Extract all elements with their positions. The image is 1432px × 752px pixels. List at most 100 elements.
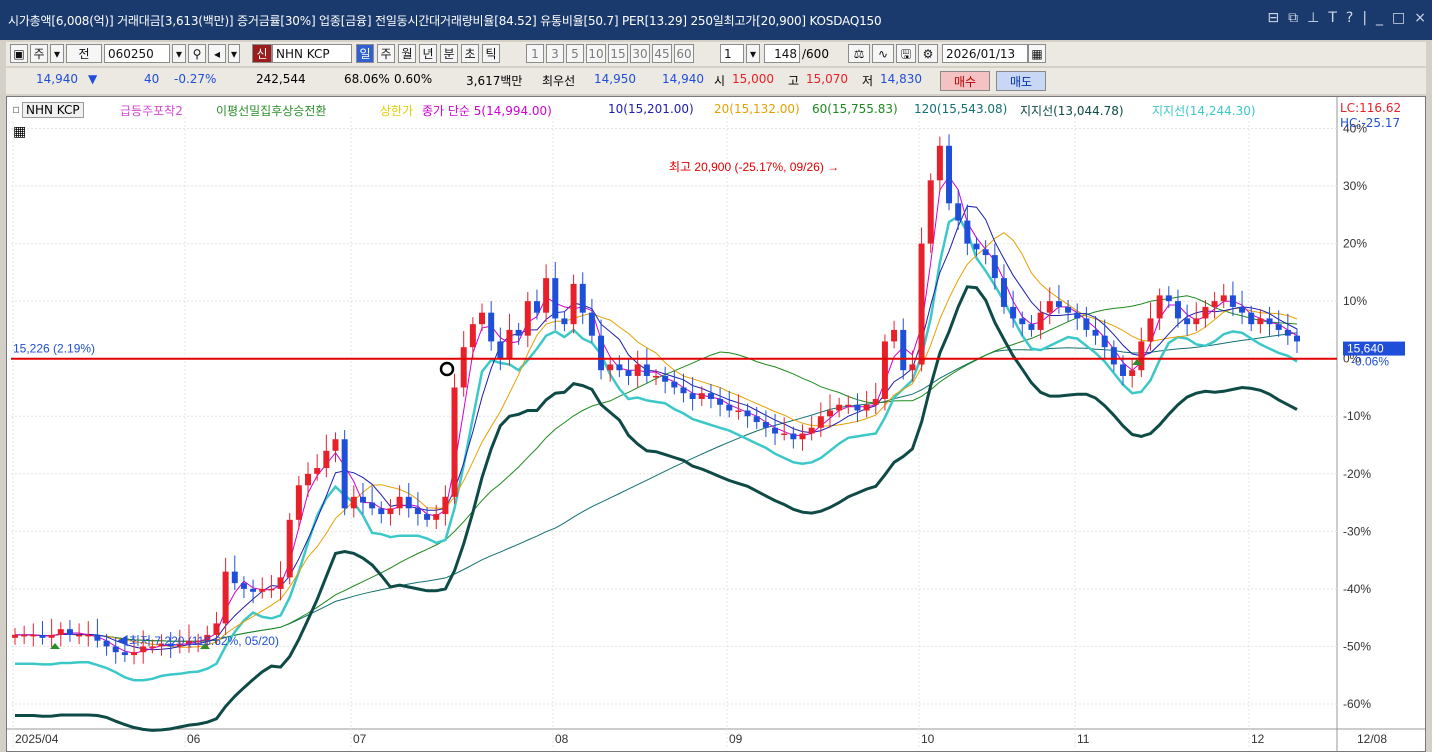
window-controls: ⊟ ⧉ ⊥ T ? | _ □ ×	[1267, 10, 1426, 26]
code-input[interactable]: 060250	[104, 44, 170, 63]
period-tab[interactable]: 초	[461, 44, 479, 63]
low-annotation: ◀최저 7,220 (116.62%, 05/20)	[117, 634, 279, 648]
calendar-icon[interactable]: ▦	[1028, 44, 1046, 63]
indicator-icon[interactable]: ∿	[872, 44, 894, 63]
popout-icon[interactable]: ⧉	[1288, 10, 1298, 26]
sell-button[interactable]: 매도	[996, 71, 1046, 91]
font-icon[interactable]: T	[1328, 10, 1337, 26]
gear-icon[interactable]: ⚙	[918, 44, 938, 63]
legend-item[interactable]: 10(15,201.00)	[608, 102, 694, 116]
mode-dropdown-icon[interactable]: ▾	[50, 44, 64, 63]
interval-button[interactable]: 30	[630, 44, 650, 63]
candle-body	[240, 583, 247, 589]
candle-body	[268, 588, 275, 591]
compare-icon[interactable]: ⚖	[848, 44, 870, 63]
candle-body	[533, 301, 540, 313]
candle-body	[1165, 295, 1172, 302]
volume: 242,544	[256, 72, 306, 86]
candle-body	[1294, 335, 1300, 342]
candle-body	[772, 427, 779, 434]
speaker-dropdown-icon[interactable]: ▾	[228, 44, 240, 63]
legend-item[interactable]: 급등주포착2	[120, 102, 183, 119]
candle-body	[57, 629, 64, 635]
trade-amount: 3,617백만	[466, 74, 523, 88]
candle-body	[726, 404, 733, 411]
candle-body	[85, 634, 92, 637]
stock-name-field[interactable]: NHN KCP	[272, 44, 352, 63]
minimize-icon[interactable]: _	[1376, 10, 1383, 26]
candle-body	[460, 347, 467, 388]
interval-button[interactable]: 45	[652, 44, 672, 63]
search-icon[interactable]: ⚲	[188, 44, 206, 63]
lc-label: LC:116.62	[1340, 101, 1402, 115]
close-icon[interactable]: ×	[1414, 10, 1426, 26]
candle-body	[277, 577, 284, 589]
interval-button[interactable]: 15	[608, 44, 628, 63]
grid-icon[interactable]: ▦	[13, 124, 26, 140]
code-dropdown-icon[interactable]: ▾	[172, 44, 186, 63]
layout-icon[interactable]: ▣	[10, 44, 28, 63]
range-input[interactable]: 148	[764, 44, 800, 63]
buy-button[interactable]: 매수	[940, 71, 990, 91]
legend-item[interactable]: 지지선(14,244.30)	[1152, 102, 1256, 119]
candle-body	[250, 588, 257, 592]
interval-button[interactable]: 3	[546, 44, 564, 63]
period-tab[interactable]: 월	[398, 44, 416, 63]
candle-body	[707, 393, 714, 399]
y-tick-label: 20%	[1343, 237, 1367, 251]
candle-body	[332, 439, 339, 451]
count-dropdown-icon[interactable]: ▾	[746, 44, 760, 63]
candle-body	[21, 634, 28, 637]
candle-body	[717, 398, 724, 405]
pin-icon[interactable]: ⊥	[1307, 10, 1319, 26]
view-button[interactable]: 전	[66, 44, 102, 63]
interval-button[interactable]: 5	[566, 44, 584, 63]
high-price: 15,070	[806, 72, 848, 86]
candle-body	[1074, 312, 1081, 319]
restore-icon[interactable]: ⊟	[1267, 10, 1279, 26]
candle-body	[1046, 301, 1053, 313]
period-tab[interactable]: 일	[356, 44, 374, 63]
legend-item[interactable]: 120(15,543.08)	[914, 102, 1007, 116]
date-input[interactable]: 2026/01/13	[942, 44, 1028, 63]
save-icon[interactable]: 🖫	[896, 44, 916, 63]
period-tab[interactable]: 년	[419, 44, 437, 63]
help-icon[interactable]: ?	[1346, 10, 1353, 26]
candle-body	[451, 387, 458, 497]
interval-button[interactable]: 60	[674, 44, 694, 63]
count-input[interactable]: 1	[720, 44, 744, 63]
ask-price: 14,950	[594, 72, 636, 86]
ma5-line	[15, 175, 1298, 654]
period-tab[interactable]: 주	[377, 44, 395, 63]
legend-item[interactable]: 60(15,755.83)	[812, 102, 898, 116]
legend-item[interactable]: 20(15,132.00)	[714, 102, 800, 116]
mode-button[interactable]: 주	[30, 44, 48, 63]
period-tab[interactable]: 틱	[482, 44, 500, 63]
candle-body	[1229, 295, 1236, 307]
candle-body	[378, 508, 385, 515]
speaker-icon[interactable]: ◂	[208, 44, 226, 63]
legend-item[interactable]: 지지선(13,044.78)	[1020, 102, 1124, 119]
candle-body	[1037, 312, 1044, 330]
signal-circle-marker	[439, 361, 455, 377]
legend-item[interactable]: 이평선밀집후상승전환	[216, 102, 326, 119]
high-annotation: 최고 20,900 (-25.17%, 09/26) →	[669, 160, 839, 174]
candle-body	[1284, 329, 1291, 336]
y-tick-label: -50%	[1343, 639, 1371, 653]
interval-button[interactable]: 10	[586, 44, 606, 63]
price-chart[interactable]: 40%30%20%10%0%-10%-20%-30%-40%-50%-60%20…	[7, 97, 1425, 751]
legend-stock[interactable]: NHN KCP	[22, 102, 84, 118]
period-tab[interactable]: 분	[440, 44, 458, 63]
candle-body	[698, 393, 705, 399]
candle-body	[1000, 278, 1007, 307]
reference-label: 15,226 (2.19%)	[13, 342, 95, 356]
maximize-icon[interactable]: □	[1392, 10, 1405, 26]
open-label: 시	[714, 74, 726, 88]
legend-item[interactable]: 종가 단순 5(14,994.00)	[422, 102, 552, 119]
candle-body	[286, 519, 293, 578]
candle-body	[66, 629, 73, 635]
legend-item[interactable]: 상한가	[380, 102, 413, 119]
candle-body	[653, 375, 659, 378]
chart-area[interactable]: 40% 30% 20% 10% 0% -10% -20% -30% -40% -50% -60% 20…	[6, 96, 1426, 752]
interval-button[interactable]: 1	[526, 44, 544, 63]
